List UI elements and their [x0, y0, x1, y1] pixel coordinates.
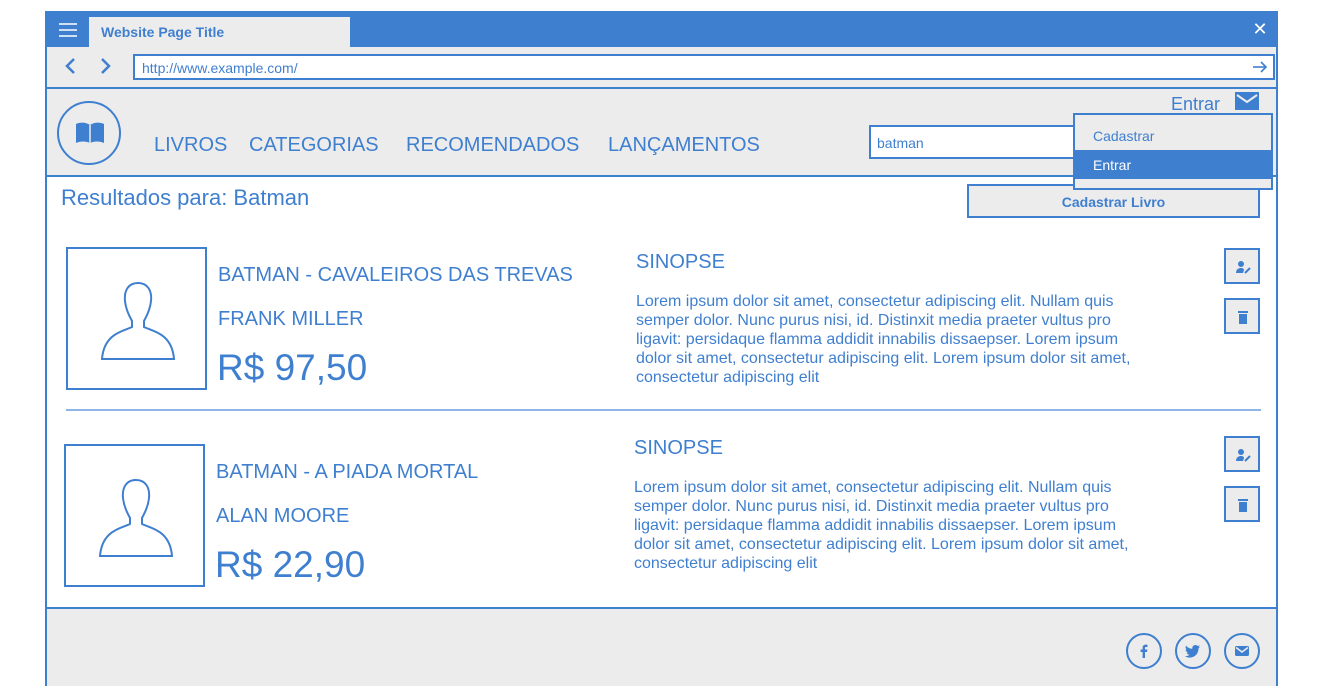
title-bar: Website Page Title ✕	[47, 13, 1276, 47]
book-author: ALAN MOORE	[216, 505, 350, 527]
twitter-icon	[1185, 645, 1200, 658]
logo[interactable]	[57, 101, 121, 165]
trash-icon	[1238, 311, 1248, 324]
book-item: BATMAN - CAVALEIROS DAS TREVAS FRANK MIL…	[47, 235, 1276, 425]
nav-categorias[interactable]: CATEGORIAS	[249, 134, 379, 157]
book-title[interactable]: BATMAN - CAVALEIROS DAS TREVAS	[218, 264, 573, 287]
dropdown-item-entrar[interactable]: Entrar	[1075, 150, 1271, 179]
login-dropdown: Cadastrar Entrar	[1073, 113, 1273, 190]
mail-icon[interactable]	[1235, 92, 1259, 110]
book-price: R$ 97,50	[217, 347, 368, 388]
synopsis-text: Lorem ipsum dolor sit amet, consectetur …	[634, 479, 1129, 572]
book-cover-placeholder	[64, 444, 205, 587]
book-cover-placeholder	[66, 247, 207, 390]
facebook-button[interactable]	[1126, 633, 1162, 669]
url-field[interactable]: http://www.example.com/	[133, 54, 1275, 80]
browser-tab[interactable]: Website Page Title	[89, 17, 350, 47]
book-title[interactable]: BATMAN - A PIADA MORTAL	[216, 461, 478, 484]
user-placeholder-icon	[100, 281, 176, 360]
delete-button[interactable]	[1224, 486, 1260, 522]
login-link[interactable]: Entrar	[1171, 94, 1220, 115]
nav-recomendados[interactable]: RECOMENDADOS	[406, 134, 579, 157]
divider	[66, 409, 1261, 411]
synopsis-text: Lorem ipsum dolor sit amet, consectetur …	[636, 293, 1131, 386]
trash-icon	[1238, 499, 1248, 512]
book-price: R$ 22,90	[215, 544, 366, 585]
close-icon[interactable]: ✕	[1250, 19, 1270, 39]
site-footer	[47, 607, 1276, 686]
edit-button[interactable]	[1224, 436, 1260, 472]
mail-icon	[1235, 646, 1249, 656]
mail-button[interactable]	[1224, 633, 1260, 669]
book-item: BATMAN - A PIADA MORTAL ALAN MOORE R$ 22…	[47, 425, 1276, 615]
edit-button[interactable]	[1224, 248, 1260, 284]
go-arrow-icon[interactable]	[1251, 58, 1269, 76]
back-icon[interactable]	[61, 56, 81, 76]
nav-lancamentos[interactable]: LANÇAMENTOS	[608, 134, 760, 157]
twitter-button[interactable]	[1175, 633, 1211, 669]
synopsis-heading: SINOPSE	[636, 251, 725, 273]
browser-window: Website Page Title ✕ http://www.example.…	[45, 11, 1278, 686]
delete-button[interactable]	[1224, 298, 1260, 334]
forward-icon[interactable]	[95, 56, 115, 76]
facebook-icon	[1140, 644, 1148, 658]
dropdown-item-cadastrar[interactable]: Cadastrar	[1075, 121, 1271, 150]
hamburger-menu-icon[interactable]	[59, 23, 77, 37]
url-text: http://www.example.com/	[142, 60, 298, 76]
address-bar: http://www.example.com/	[47, 47, 1276, 89]
synopsis-heading: SINOPSE	[634, 437, 723, 459]
nav-livros[interactable]: LIVROS	[154, 134, 227, 157]
edit-user-icon	[1236, 261, 1251, 274]
book-icon	[76, 122, 104, 143]
edit-user-icon	[1236, 449, 1251, 462]
user-placeholder-icon	[98, 478, 174, 557]
page-title: Resultados para: Batman	[61, 185, 310, 210]
book-author: FRANK MILLER	[218, 308, 364, 330]
search-input[interactable]: batman	[869, 125, 1079, 159]
